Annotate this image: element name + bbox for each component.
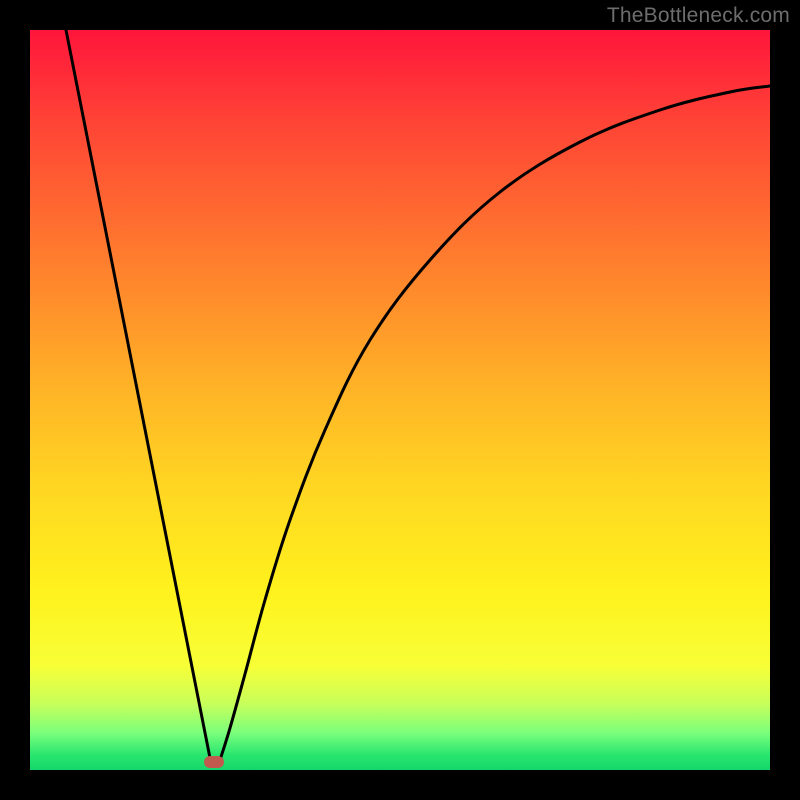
series-right-segment [220, 86, 770, 760]
plot-area [30, 30, 770, 770]
chart-frame: TheBottleneck.com [0, 0, 800, 800]
minimum-marker [204, 756, 224, 768]
watermark-text: TheBottleneck.com [607, 4, 790, 28]
series-left-segment [66, 30, 210, 758]
curve-group [66, 30, 770, 760]
curve-svg [30, 30, 770, 770]
